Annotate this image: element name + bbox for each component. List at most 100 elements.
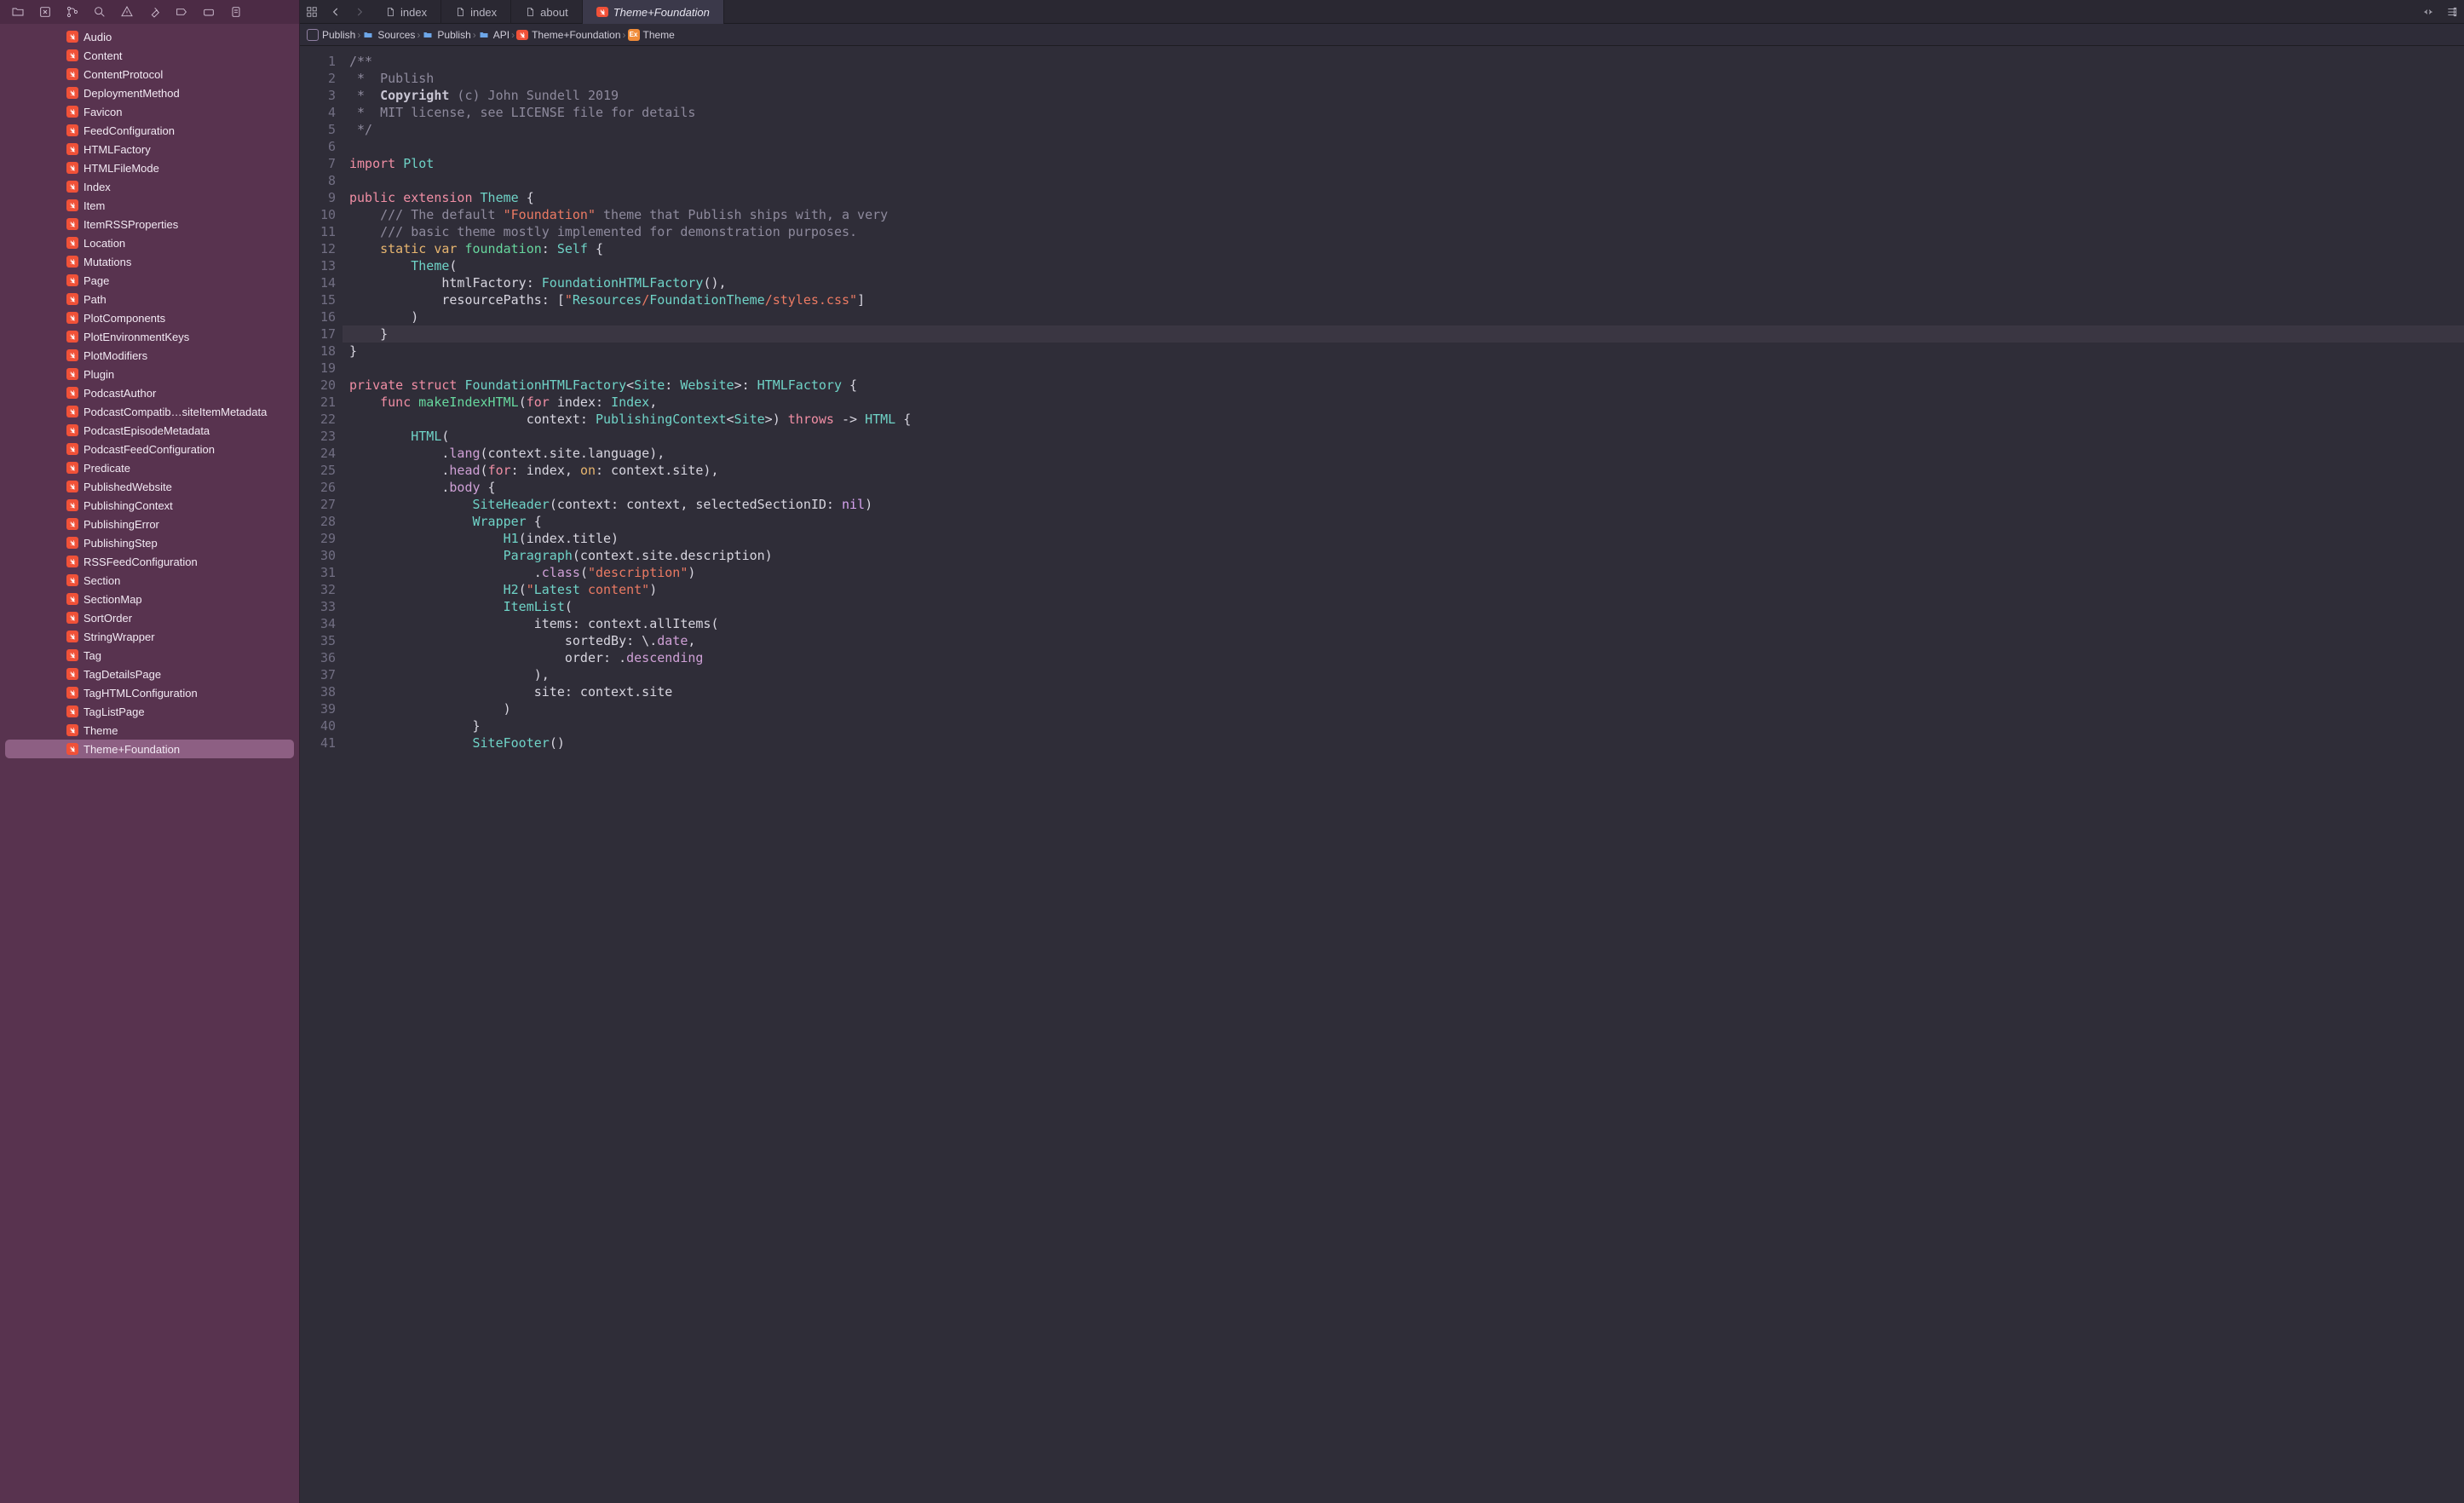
file-item[interactable]: ItemRSSProperties bbox=[5, 215, 294, 233]
file-item[interactable]: PodcastEpisodeMetadata bbox=[5, 421, 294, 440]
related-items-icon[interactable] bbox=[300, 0, 324, 24]
file-item[interactable]: Location bbox=[5, 233, 294, 252]
file-item[interactable]: Item bbox=[5, 196, 294, 215]
file-item[interactable]: PublishingContext bbox=[5, 496, 294, 515]
file-item[interactable]: HTMLFileMode bbox=[5, 158, 294, 177]
code-line[interactable]: ), bbox=[343, 666, 2464, 683]
code-line[interactable]: sortedBy: \.date, bbox=[343, 632, 2464, 649]
breadcrumb-item[interactable]: Theme+Foundation bbox=[516, 29, 620, 41]
code-content[interactable]: /** * Publish * Copyright (c) John Sunde… bbox=[343, 46, 2464, 1503]
file-item[interactable]: Theme bbox=[5, 721, 294, 740]
file-item[interactable]: PlotComponents bbox=[5, 308, 294, 327]
code-line[interactable]: func makeIndexHTML(for index: Index, bbox=[343, 394, 2464, 411]
code-line[interactable]: } bbox=[343, 717, 2464, 734]
breadcrumb-item[interactable]: Publish bbox=[422, 29, 470, 41]
file-item[interactable]: HTMLFactory bbox=[5, 140, 294, 158]
code-line[interactable]: items: context.allItems( bbox=[343, 615, 2464, 632]
code-line[interactable]: resourcePaths: ["Resources/FoundationThe… bbox=[343, 291, 2464, 308]
file-item[interactable]: Audio bbox=[5, 27, 294, 46]
file-item[interactable]: Index bbox=[5, 177, 294, 196]
code-line[interactable]: * MIT license, see LICENSE file for deta… bbox=[343, 104, 2464, 121]
file-item[interactable]: SortOrder bbox=[5, 608, 294, 627]
code-line[interactable]: H1(index.title) bbox=[343, 530, 2464, 547]
file-item[interactable]: PodcastAuthor bbox=[5, 383, 294, 402]
breakpoint-icon[interactable] bbox=[174, 6, 189, 18]
code-line[interactable]: context: PublishingContext<Site>) throws… bbox=[343, 411, 2464, 428]
file-item[interactable]: PublishingError bbox=[5, 515, 294, 533]
code-line[interactable]: public extension Theme { bbox=[343, 189, 2464, 206]
file-item[interactable]: PodcastFeedConfiguration bbox=[5, 440, 294, 458]
code-line[interactable]: Paragraph(context.site.description) bbox=[343, 547, 2464, 564]
file-list[interactable]: AudioContentContentProtocolDeploymentMet… bbox=[0, 24, 299, 1503]
file-item[interactable]: Theme+Foundation bbox=[5, 740, 294, 758]
editor-tab[interactable]: index bbox=[371, 0, 441, 24]
report-icon[interactable] bbox=[228, 6, 244, 18]
code-line[interactable]: } bbox=[343, 343, 2464, 360]
source-control-icon[interactable] bbox=[65, 6, 80, 18]
code-line[interactable]: site: context.site bbox=[343, 683, 2464, 700]
file-item[interactable]: Mutations bbox=[5, 252, 294, 271]
file-item[interactable]: PublishingStep bbox=[5, 533, 294, 552]
nav-forward-icon[interactable] bbox=[348, 0, 371, 24]
code-line[interactable]: H2("Latest content") bbox=[343, 581, 2464, 598]
code-line[interactable]: * Copyright (c) John Sundell 2019 bbox=[343, 87, 2464, 104]
code-line[interactable]: .class("description") bbox=[343, 564, 2464, 581]
file-item[interactable]: TagListPage bbox=[5, 702, 294, 721]
file-item[interactable]: Tag bbox=[5, 646, 294, 665]
code-line[interactable]: static var foundation: Self { bbox=[343, 240, 2464, 257]
code-line[interactable]: .body { bbox=[343, 479, 2464, 496]
editor-options-icon[interactable] bbox=[2440, 0, 2464, 24]
file-item[interactable]: StringWrapper bbox=[5, 627, 294, 646]
file-item[interactable]: Page bbox=[5, 271, 294, 290]
breadcrumb-item[interactable]: Sources bbox=[362, 29, 415, 41]
code-line[interactable]: * Publish bbox=[343, 70, 2464, 87]
file-item[interactable]: Favicon bbox=[5, 102, 294, 121]
editor-tab[interactable]: index bbox=[441, 0, 511, 24]
bookmark-icon[interactable] bbox=[147, 6, 162, 18]
code-line[interactable]: SiteHeader(context: context, selectedSec… bbox=[343, 496, 2464, 513]
search-icon[interactable] bbox=[92, 6, 107, 18]
file-item[interactable]: TagHTMLConfiguration bbox=[5, 683, 294, 702]
code-line[interactable]: } bbox=[343, 325, 2464, 343]
file-item[interactable]: Plugin bbox=[5, 365, 294, 383]
file-item[interactable]: SectionMap bbox=[5, 590, 294, 608]
nav-back-icon[interactable] bbox=[324, 0, 348, 24]
breadcrumb-item[interactable]: Publish bbox=[307, 29, 355, 41]
file-item[interactable]: PlotEnvironmentKeys bbox=[5, 327, 294, 346]
code-line[interactable] bbox=[343, 360, 2464, 377]
breadcrumb-item[interactable]: ExTheme bbox=[628, 29, 675, 41]
code-line[interactable]: private struct FoundationHTMLFactory<Sit… bbox=[343, 377, 2464, 394]
jump-bar[interactable]: Publish›Sources›Publish›API›Theme+Founda… bbox=[300, 24, 2464, 46]
code-line[interactable]: Theme( bbox=[343, 257, 2464, 274]
file-item[interactable]: RSSFeedConfiguration bbox=[5, 552, 294, 571]
code-line[interactable]: .lang(context.site.language), bbox=[343, 445, 2464, 462]
code-line[interactable]: Wrapper { bbox=[343, 513, 2464, 530]
source-editor[interactable]: 1234567891011121314151617181920212223242… bbox=[300, 46, 2464, 1503]
code-line[interactable]: .head(for: index, on: context.site), bbox=[343, 462, 2464, 479]
debug-icon[interactable] bbox=[201, 6, 216, 18]
file-item[interactable]: Section bbox=[5, 571, 294, 590]
code-line[interactable] bbox=[343, 172, 2464, 189]
file-item[interactable]: Content bbox=[5, 46, 294, 65]
x-square-icon[interactable] bbox=[37, 6, 53, 18]
code-line[interactable]: HTML( bbox=[343, 428, 2464, 445]
file-item[interactable]: PlotModifiers bbox=[5, 346, 294, 365]
code-line[interactable]: /// The default "Foundation" theme that … bbox=[343, 206, 2464, 223]
code-line[interactable]: htmlFactory: FoundationHTMLFactory(), bbox=[343, 274, 2464, 291]
file-item[interactable]: ContentProtocol bbox=[5, 65, 294, 84]
code-line[interactable]: */ bbox=[343, 121, 2464, 138]
folder-icon[interactable] bbox=[10, 6, 26, 18]
file-item[interactable]: PodcastCompatib…siteItemMetadata bbox=[5, 402, 294, 421]
code-line[interactable]: ) bbox=[343, 700, 2464, 717]
file-item[interactable]: DeploymentMethod bbox=[5, 84, 294, 102]
file-item[interactable]: TagDetailsPage bbox=[5, 665, 294, 683]
code-line[interactable]: order: .descending bbox=[343, 649, 2464, 666]
issues-icon[interactable] bbox=[119, 6, 135, 18]
code-line[interactable]: ItemList( bbox=[343, 598, 2464, 615]
file-item[interactable]: Predicate bbox=[5, 458, 294, 477]
code-line[interactable]: import Plot bbox=[343, 155, 2464, 172]
split-editor-icon[interactable] bbox=[2416, 0, 2440, 24]
editor-tab[interactable]: about bbox=[511, 0, 583, 24]
code-line[interactable]: /** bbox=[343, 53, 2464, 70]
breadcrumb-item[interactable]: API bbox=[478, 29, 509, 41]
